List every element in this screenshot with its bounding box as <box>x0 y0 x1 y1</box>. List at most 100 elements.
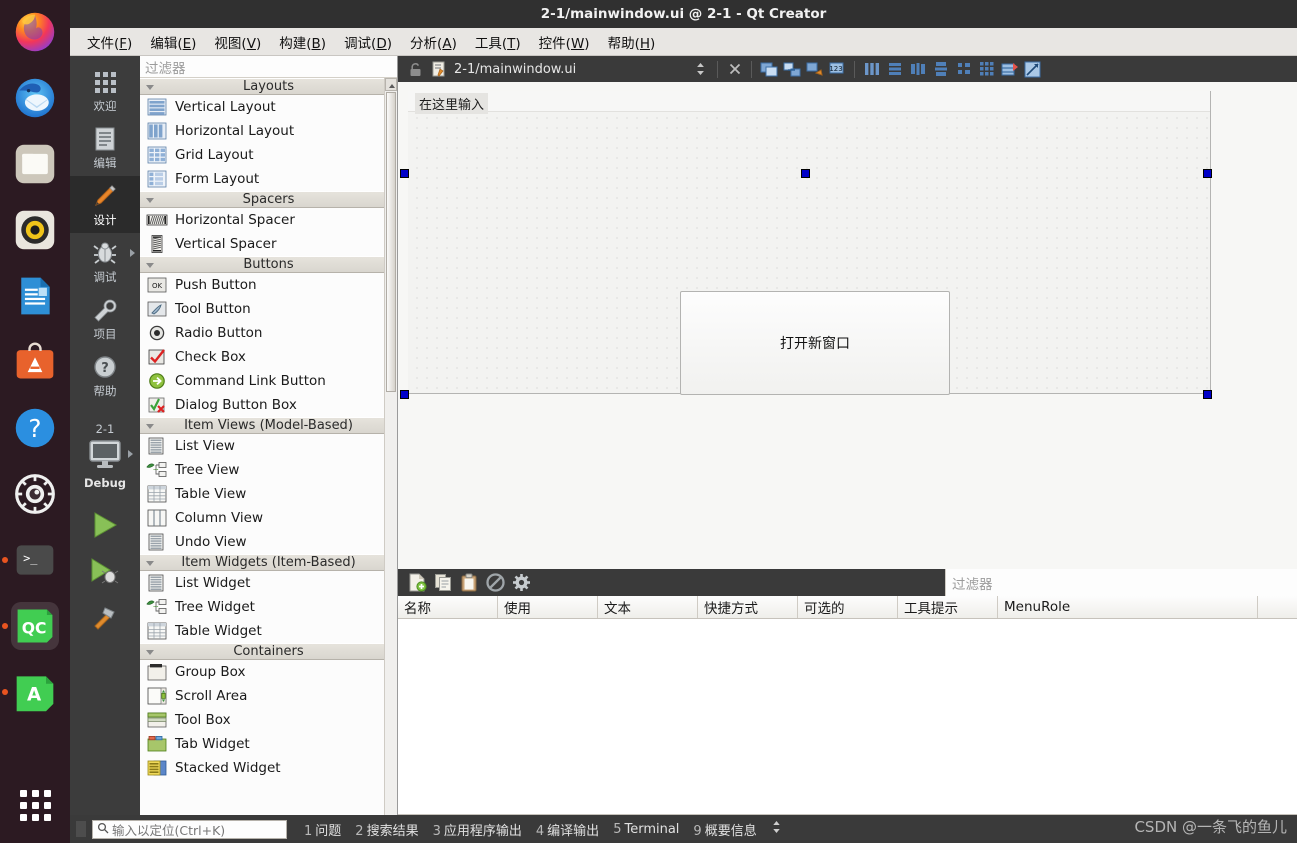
sidebar-item-edit[interactable]: 编辑 <box>70 119 140 176</box>
widget-category-header[interactable]: Spacers <box>140 191 397 208</box>
widget-item[interactable]: OK Push Button <box>140 273 397 297</box>
dock-item-android-studio[interactable]: A <box>2 668 59 716</box>
lock-icon[interactable] <box>405 60 426 79</box>
widget-category-header[interactable]: Buttons <box>140 256 397 273</box>
paste-icon[interactable] <box>456 572 482 594</box>
widget-item[interactable]: Stacked Widget <box>140 756 397 780</box>
delete-forbidden-icon[interactable] <box>482 572 508 594</box>
widget-item[interactable]: Vertical Layout <box>140 95 397 119</box>
dock-item-ubuntu-software[interactable] <box>11 338 59 386</box>
designer-form[interactable]: 在这里输入 打开新窗口 <box>408 91 1211 395</box>
action-column-header[interactable]: MenuRole <box>998 596 1258 618</box>
edit-buddies-icon[interactable] <box>804 60 825 79</box>
output-pane-button[interactable]: 1 问题 <box>297 820 348 839</box>
dock-item-files[interactable] <box>11 140 59 188</box>
selection-handle-right-top[interactable] <box>1203 169 1212 178</box>
widget-category-header[interactable]: Item Views (Model-Based) <box>140 417 397 434</box>
widget-item[interactable]: Table View <box>140 482 397 506</box>
widget-item[interactable]: Tree View <box>140 458 397 482</box>
adjust-size-icon[interactable] <box>1022 60 1043 79</box>
dock-item-thunderbird[interactable] <box>11 74 59 122</box>
action-column-header[interactable]: 名称 <box>398 596 498 618</box>
dock-item-help[interactable]: ? <box>11 404 59 452</box>
debug-button[interactable] <box>70 550 140 596</box>
menu-edit[interactable]: 编辑(E) <box>141 29 205 55</box>
widget-item[interactable]: Vertical Spacer <box>140 232 397 256</box>
push-button-open-new-window[interactable]: 打开新窗口 <box>680 291 950 395</box>
layout-vertical-icon[interactable] <box>884 60 905 79</box>
edit-signals-slots-icon[interactable] <box>781 60 802 79</box>
selection-handle-top-right[interactable] <box>801 169 810 178</box>
widget-item[interactable]: Tree Widget <box>140 595 397 619</box>
dock-item-rhythmbox[interactable] <box>11 206 59 254</box>
copy-icon[interactable] <box>430 572 456 594</box>
close-icon[interactable] <box>724 60 745 79</box>
widget-item[interactable]: Horizontal Spacer <box>140 208 397 232</box>
action-editor-rows[interactable] <box>398 619 1297 814</box>
menu-tools[interactable]: 工具(T) <box>466 29 530 55</box>
widget-box-filter-input[interactable]: 过滤器 <box>140 56 397 78</box>
sidebar-item-help[interactable]: ? 帮助 <box>70 347 140 404</box>
widget-item[interactable]: List View <box>140 434 397 458</box>
edit-widgets-icon[interactable] <box>758 60 779 79</box>
action-column-header[interactable]: 文本 <box>598 596 698 618</box>
layout-splitter-v-icon[interactable] <box>930 60 951 79</box>
run-button[interactable] <box>70 504 140 550</box>
dock-item-libreoffice-writer[interactable] <box>11 272 59 320</box>
widget-item[interactable]: Radio Button <box>140 321 397 345</box>
menu-build[interactable]: 构建(B) <box>270 29 335 55</box>
output-pane-button[interactable]: 4 编译输出 <box>529 820 606 839</box>
menu-analyze[interactable]: 分析(A) <box>401 29 466 55</box>
action-column-header[interactable]: 快捷方式 <box>698 596 798 618</box>
menu-view[interactable]: 视图(V) <box>205 29 270 55</box>
output-pane-button[interactable]: 2 搜索结果 <box>348 820 425 839</box>
build-button[interactable] <box>70 596 140 642</box>
form-menu-placeholder[interactable]: 在这里输入 <box>415 93 489 114</box>
dock-item-terminal[interactable]: >_ <box>2 536 59 584</box>
action-column-header[interactable]: 工具提示 <box>898 596 998 618</box>
selection-handle-top-left[interactable] <box>400 169 409 178</box>
widget-item[interactable]: Grid Layout <box>140 143 397 167</box>
edit-tab-order-icon[interactable]: 123 <box>827 60 848 79</box>
output-pane-button[interactable]: 5 Terminal <box>606 822 686 837</box>
split-updown-icon[interactable] <box>690 60 711 79</box>
scroll-up-arrow[interactable] <box>385 78 397 91</box>
gear-icon[interactable] <box>508 572 534 594</box>
dock-item-firefox[interactable] <box>11 8 59 56</box>
menu-window[interactable]: 控件(W) <box>530 29 599 55</box>
menu-debug[interactable]: 调试(D) <box>335 29 401 55</box>
widget-category-header[interactable]: Containers <box>140 643 397 660</box>
layout-splitter-h-icon[interactable] <box>907 60 928 79</box>
menu-file[interactable]: 文件(F) <box>78 29 141 55</box>
widget-item[interactable]: List Widget <box>140 571 397 595</box>
sidebar-item-design[interactable]: 设计 <box>70 176 140 233</box>
widget-item[interactable]: Scroll Area <box>140 684 397 708</box>
selection-handle-right-bottom[interactable] <box>1203 390 1212 399</box>
widget-item[interactable]: Dialog Button Box <box>140 393 397 417</box>
widget-item[interactable]: Check Box <box>140 345 397 369</box>
widget-item[interactable]: Form Layout <box>140 167 397 191</box>
action-editor-filter-input[interactable]: 过滤器 <box>945 569 1297 596</box>
dock-item-qtcreator[interactable]: QC <box>2 602 59 650</box>
output-pane-more-icon[interactable] <box>770 819 783 839</box>
widget-box-scrollbar[interactable] <box>384 78 397 843</box>
widget-item[interactable]: Undo View <box>140 530 397 554</box>
layout-form-icon[interactable] <box>953 60 974 79</box>
form-menu-bar[interactable]: 在这里输入 <box>408 91 1210 114</box>
sidebar-item-debug[interactable]: 调试 <box>70 233 140 290</box>
dock-item-settings[interactable] <box>11 470 59 518</box>
resize-grip[interactable] <box>76 821 86 837</box>
widget-box-list[interactable]: Layouts Vertical Layout Horizontal Layout G… <box>140 78 397 843</box>
form-canvas[interactable]: 在这里输入 打开新窗口 <box>398 82 1297 569</box>
output-pane-button[interactable]: 9 概要信息 <box>686 820 763 839</box>
layout-horizontal-icon[interactable] <box>861 60 882 79</box>
layout-grid-icon[interactable] <box>976 60 997 79</box>
widget-category-header[interactable]: Item Widgets (Item-Based) <box>140 554 397 571</box>
output-pane-button[interactable]: 3 应用程序输出 <box>426 820 529 839</box>
action-column-header[interactable]: 使用 <box>498 596 598 618</box>
widget-category-header[interactable]: Layouts <box>140 78 397 95</box>
open-file-name[interactable]: 2-1/mainwindow.ui <box>454 62 576 77</box>
widget-item[interactable]: Tool Button <box>140 297 397 321</box>
widget-item[interactable]: Tab Widget <box>140 732 397 756</box>
widget-item[interactable]: Table Widget <box>140 619 397 643</box>
